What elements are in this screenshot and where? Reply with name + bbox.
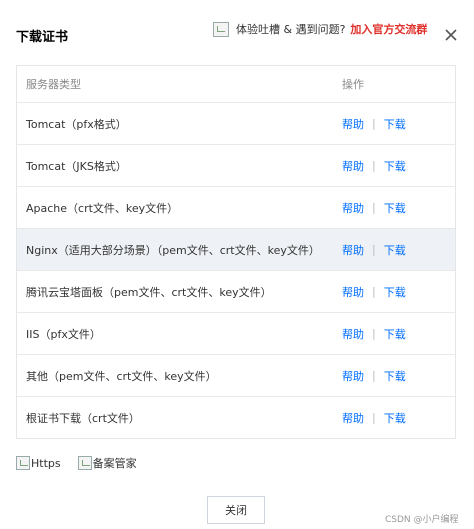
download-link[interactable]: 下载 [384, 200, 406, 216]
separator: | [372, 117, 376, 130]
download-certificate-dialog: 下载证书 体验吐槽 & 遇到问题? 加入官方交流群 服务器类型 操作 Tomca… [0, 0, 474, 529]
close-icon[interactable] [442, 26, 460, 44]
dialog-title: 下载证书 [16, 30, 69, 45]
server-type-name: 其他（pem文件、crt文件、key文件） [26, 369, 217, 383]
row-operations: 帮助 | 下载 [342, 326, 406, 342]
table-row: 其他（pem文件、crt文件、key文件） 帮助 | 下载 [17, 354, 455, 396]
help-link[interactable]: 帮助 [342, 284, 364, 300]
dialog-header: 下载证书 体验吐槽 & 遇到问题? 加入官方交流群 [0, 0, 474, 64]
server-type-name: 根证书下载（crt文件） [26, 411, 140, 425]
separator: | [372, 201, 376, 214]
separator: | [372, 327, 376, 340]
table-row: 腾讯云宝塔面板（pem文件、crt文件、key文件） 帮助 | 下载 [17, 270, 455, 312]
beian-image-icon [77, 456, 92, 470]
table-row: IIS（pfx文件） 帮助 | 下载 [17, 312, 455, 354]
help-link[interactable]: 帮助 [342, 410, 364, 426]
server-type-table: 服务器类型 操作 Tomcat（pfx格式） 帮助 | 下载 Tomcat（JK… [16, 65, 456, 439]
footer-links: Https 备案管家 [16, 455, 154, 471]
beian-link[interactable]: 备案管家 [77, 455, 137, 471]
server-type-name: 腾讯云宝塔面板（pem文件、crt文件、key文件） [26, 285, 272, 299]
server-type-name: Apache（crt文件、key文件） [26, 201, 179, 215]
feedback-text: 体验吐槽 & 遇到问题? [236, 23, 346, 36]
download-link[interactable]: 下载 [384, 242, 406, 258]
https-label: Https [31, 456, 61, 470]
row-operations: 帮助 | 下载 [342, 284, 406, 300]
help-link[interactable]: 帮助 [342, 242, 364, 258]
download-link[interactable]: 下载 [384, 116, 406, 132]
feedback-image-icon [213, 21, 229, 37]
https-image-icon [16, 456, 30, 470]
download-link[interactable]: 下载 [384, 410, 406, 426]
header-operations: 操作 [342, 78, 364, 91]
row-operations: 帮助 | 下载 [342, 116, 406, 132]
help-link[interactable]: 帮助 [342, 326, 364, 342]
download-link[interactable]: 下载 [384, 284, 406, 300]
download-link[interactable]: 下载 [384, 326, 406, 342]
feedback-bar: 体验吐槽 & 遇到问题? 加入官方交流群 [213, 21, 427, 37]
separator: | [372, 243, 376, 256]
row-operations: 帮助 | 下载 [342, 242, 406, 258]
server-type-name: Nginx（适用大部分场景）（pem文件、crt文件、key文件） [26, 243, 320, 257]
help-link[interactable]: 帮助 [342, 116, 364, 132]
table-row: Nginx（适用大部分场景）（pem文件、crt文件、key文件） 帮助 | 下… [17, 228, 455, 270]
download-link[interactable]: 下载 [384, 368, 406, 384]
download-link[interactable]: 下载 [384, 158, 406, 174]
row-operations: 帮助 | 下载 [342, 200, 406, 216]
separator: | [372, 159, 376, 172]
beian-label: 备案管家 [92, 457, 137, 470]
close-button[interactable]: 关闭 [207, 496, 265, 524]
table-row: 根证书下载（crt文件） 帮助 | 下载 [17, 396, 455, 438]
table-header-row: 服务器类型 操作 [17, 66, 455, 102]
row-operations: 帮助 | 下载 [342, 158, 406, 174]
help-link[interactable]: 帮助 [342, 158, 364, 174]
table-row: Apache（crt文件、key文件） 帮助 | 下载 [17, 186, 455, 228]
https-link[interactable]: Https [16, 456, 61, 470]
join-group-link[interactable]: 加入官方交流群 [350, 21, 427, 37]
separator: | [372, 369, 376, 382]
header-server-type: 服务器类型 [26, 78, 81, 91]
table-row: Tomcat（JKS格式） 帮助 | 下载 [17, 144, 455, 186]
help-link[interactable]: 帮助 [342, 368, 364, 384]
help-link[interactable]: 帮助 [342, 200, 364, 216]
server-type-name: IIS（pfx文件） [26, 327, 101, 341]
row-operations: 帮助 | 下载 [342, 410, 406, 426]
table-row: Tomcat（pfx格式） 帮助 | 下载 [17, 102, 455, 144]
server-type-name: Tomcat（pfx格式） [26, 117, 127, 131]
separator: | [372, 411, 376, 424]
server-type-name: Tomcat（JKS格式） [26, 159, 127, 173]
row-operations: 帮助 | 下载 [342, 368, 406, 384]
watermark: CSDN @小户编程 [385, 515, 459, 525]
separator: | [372, 285, 376, 298]
